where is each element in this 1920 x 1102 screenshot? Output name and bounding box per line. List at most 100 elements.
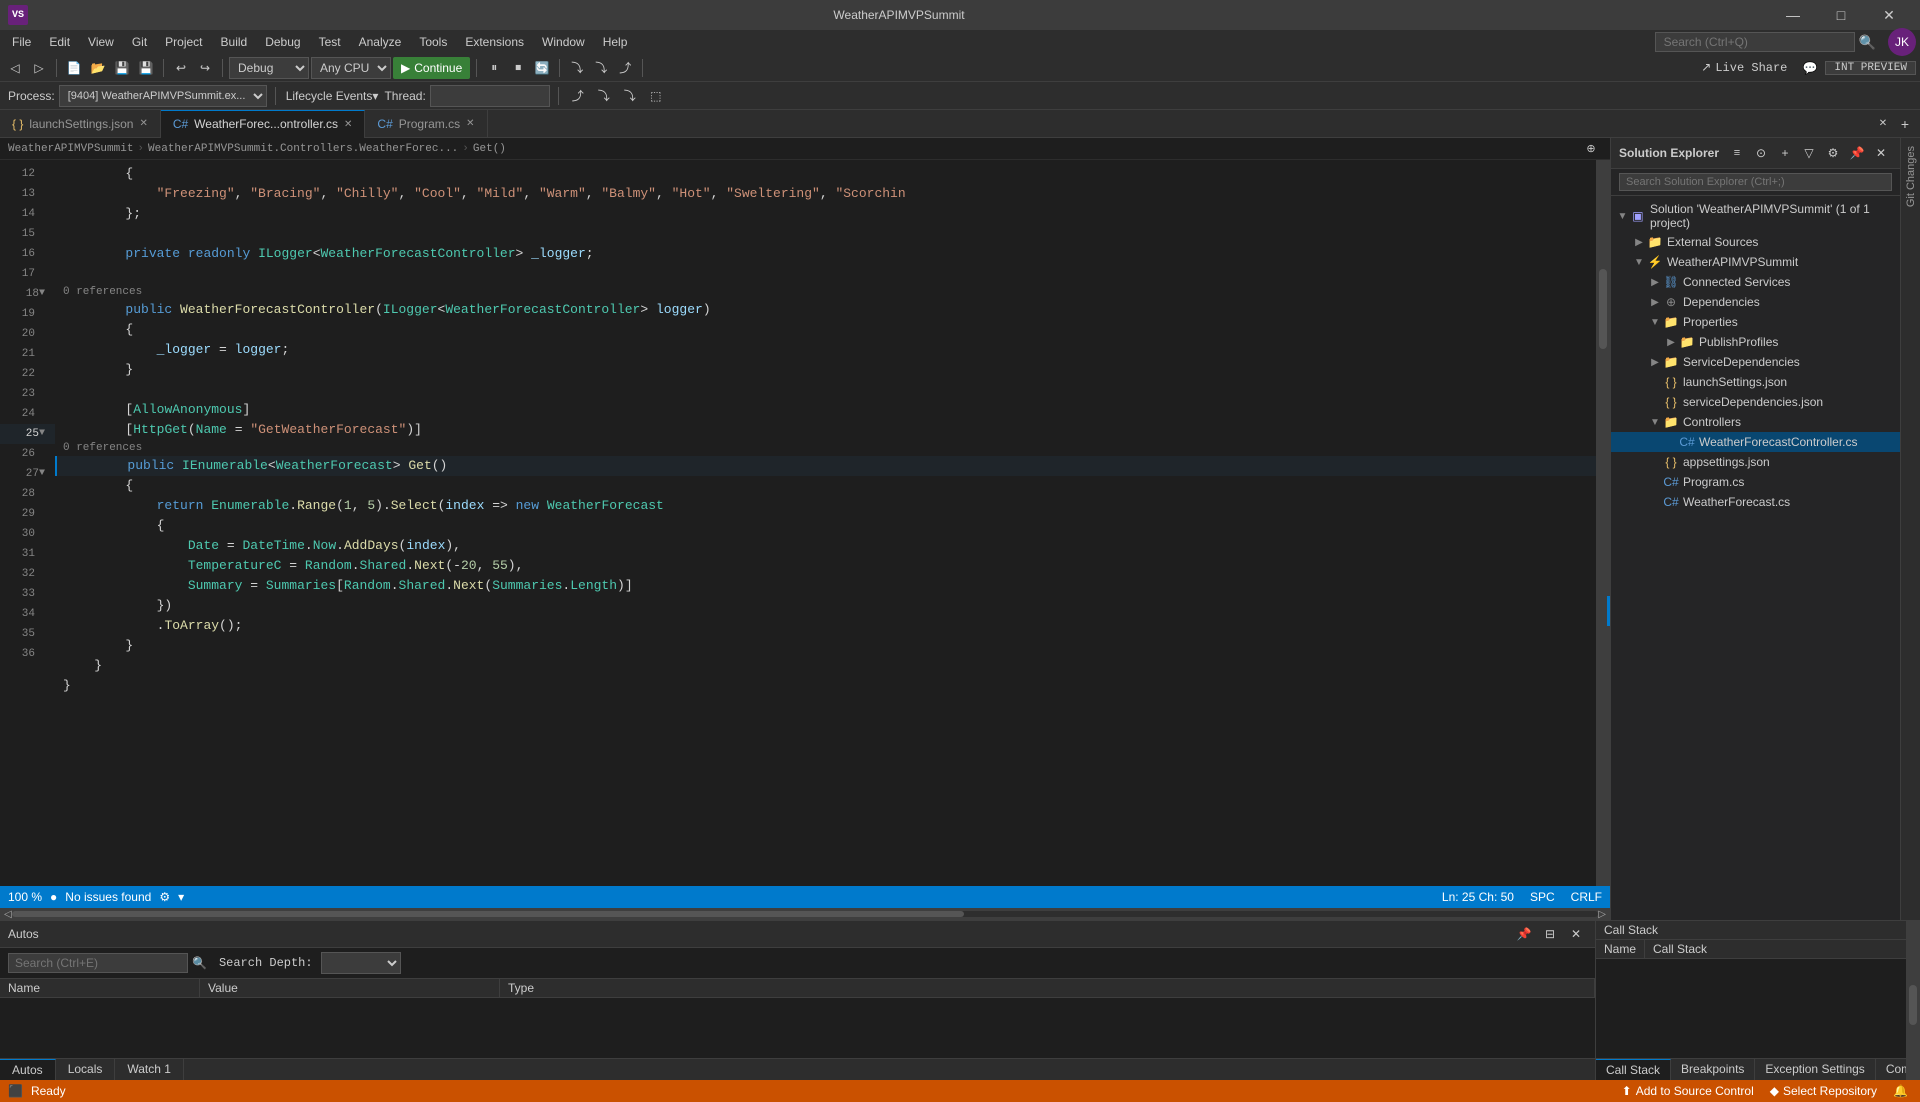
tree-weather-controller-file[interactable]: C# WeatherForecastController.cs (1611, 432, 1900, 452)
debug-nav-2[interactable]: ⤵ (593, 85, 615, 107)
step-out-button[interactable]: ⤴ (614, 57, 636, 79)
tab-breakpoints[interactable]: Breakpoints (1671, 1059, 1755, 1080)
live-share-button[interactable]: ↗ Live Share (1693, 58, 1795, 77)
platform-dropdown[interactable]: Any CPU x64 x86 (311, 57, 391, 79)
menu-project[interactable]: Project (157, 33, 210, 51)
forward-button[interactable]: ▷ (28, 57, 50, 79)
se-close-button[interactable]: ✕ (1870, 142, 1892, 164)
expand-project-icon[interactable]: ▼ (1631, 257, 1647, 268)
lifecycle-button[interactable]: Lifecycle Events ▾ (284, 85, 381, 107)
search-depth-dropdown[interactable] (321, 952, 401, 974)
menu-analyze[interactable]: Analyze (351, 33, 410, 51)
fold-icon-27[interactable]: ▼ (39, 464, 49, 484)
tab-watch1[interactable]: Watch 1 (115, 1059, 184, 1080)
tree-external-sources[interactable]: ▶ 📁 External Sources (1611, 232, 1900, 252)
restart-button[interactable]: 🔄 (531, 57, 553, 79)
scroll-thumb[interactable] (1599, 269, 1607, 349)
expand-deps-icon[interactable]: ▶ (1647, 297, 1663, 308)
menu-edit[interactable]: Edit (41, 33, 78, 51)
feedback-button[interactable]: 💬 (1799, 57, 1821, 79)
tab-weather-controller[interactable]: C# WeatherForec...ontroller.cs ✕ (161, 110, 366, 138)
horizontal-scrollbar[interactable]: ◁ ▷ (0, 908, 1610, 920)
tab-weather-controller-close[interactable]: ✕ (344, 119, 352, 130)
maximize-button[interactable]: □ (1818, 0, 1864, 30)
close-button[interactable]: ✕ (1866, 0, 1912, 30)
search-input[interactable] (1655, 32, 1855, 52)
h-scroll-thumb[interactable] (12, 911, 964, 917)
process-dropdown[interactable]: [9404] WeatherAPIMVPSummit.ex... (59, 85, 267, 107)
add-to-source-control[interactable]: ⬆ Add to Source Control (1618, 1084, 1758, 1098)
tree-dependencies[interactable]: ▶ ⊕ Dependencies (1611, 292, 1900, 312)
git-changes-tab[interactable]: Git Changes (1903, 138, 1919, 215)
tab-command-window[interactable]: Command Win... (1876, 1059, 1906, 1080)
user-avatar[interactable]: JK (1888, 28, 1916, 56)
tree-controllers-folder[interactable]: ▼ 📁 Controllers (1611, 412, 1900, 432)
breadcrumb-project[interactable]: WeatherAPIMVPSummit (8, 143, 133, 155)
tab-call-stack[interactable]: Call Stack (1596, 1059, 1671, 1080)
save-button[interactable]: 💾 (111, 57, 133, 79)
close-all-tabs-button[interactable]: ✕ (1872, 113, 1894, 135)
tab-program-close[interactable]: ✕ (466, 118, 474, 129)
se-sync-with-active[interactable]: ⊙ (1750, 142, 1772, 164)
menu-file[interactable]: File (4, 33, 39, 51)
continue-button[interactable]: ▶ Continue (393, 57, 470, 79)
expand-controllers-icon[interactable]: ▼ (1647, 417, 1663, 428)
tab-autos[interactable]: Autos (0, 1059, 56, 1080)
menu-tools[interactable]: Tools (411, 33, 455, 51)
tree-weather-forecast-cs[interactable]: C# WeatherForecast.cs (1611, 492, 1900, 512)
breadcrumb-member[interactable]: Get() (473, 143, 506, 155)
tree-program-cs[interactable]: C# Program.cs (1611, 472, 1900, 492)
tab-launch-settings[interactable]: { } launchSettings.json ✕ (0, 110, 161, 138)
autos-close-button[interactable]: ✕ (1565, 923, 1587, 945)
bottom-scroll-thumb[interactable] (1909, 985, 1917, 1025)
save-all-button[interactable]: 💾 (135, 57, 157, 79)
se-pin-button[interactable]: 📌 (1846, 142, 1868, 164)
tree-properties[interactable]: ▼ 📁 Properties (1611, 312, 1900, 332)
debug-nav-3[interactable]: ⤵ (619, 85, 641, 107)
stop-button[interactable]: ⏹ (507, 57, 529, 79)
menu-git[interactable]: Git (124, 33, 155, 51)
tab-exception-settings[interactable]: Exception Settings (1755, 1059, 1875, 1080)
new-file-button[interactable]: 📄 (63, 57, 85, 79)
expand-service-deps-icon[interactable]: ▶ (1647, 357, 1663, 368)
autos-float-button[interactable]: ⊟ (1539, 923, 1561, 945)
scroll-right-button[interactable]: ▷ (1598, 909, 1606, 920)
debug-nav-4[interactable]: ⬚ (645, 85, 667, 107)
open-button[interactable]: 📂 (87, 57, 109, 79)
menu-help[interactable]: Help (595, 33, 636, 51)
se-settings-button[interactable]: ⚙ (1822, 142, 1844, 164)
pause-button[interactable]: ⏸ (483, 57, 505, 79)
fold-icon-18[interactable]: ▼ (39, 284, 49, 304)
se-search-input[interactable] (1619, 173, 1892, 191)
minimize-button[interactable]: — (1770, 0, 1816, 30)
tab-program[interactable]: C# Program.cs ✕ (365, 110, 487, 138)
debug-nav-1[interactable]: ⤴ (567, 85, 589, 107)
notifications-button[interactable]: 🔔 (1889, 1084, 1912, 1098)
tree-service-deps[interactable]: ▶ 📁 ServiceDependencies (1611, 352, 1900, 372)
autos-search-input[interactable] (8, 953, 188, 973)
fold-icon-25[interactable]: ▼ (39, 424, 49, 444)
tree-connected-services[interactable]: ▶ ⛓ Connected Services (1611, 272, 1900, 292)
autos-pin-button[interactable]: 📌 (1513, 923, 1535, 945)
expand-properties-icon[interactable]: ▼ (1647, 317, 1663, 328)
new-tab-button[interactable]: + (1894, 113, 1916, 135)
debug-config-dropdown[interactable]: Debug Release (229, 57, 309, 79)
tree-solution[interactable]: ▼ ▣ Solution 'WeatherAPIMVPSummit' (1 of… (1611, 200, 1900, 232)
menu-build[interactable]: Build (213, 33, 256, 51)
redo-button[interactable]: ↪ (194, 57, 216, 79)
se-expand-all[interactable]: + (1774, 142, 1796, 164)
expand-external-icon[interactable]: ▶ (1631, 237, 1647, 248)
se-collapse-all[interactable]: ≡ (1726, 142, 1748, 164)
expand-solution-icon[interactable]: ▼ (1615, 211, 1630, 222)
se-filter-button[interactable]: ▽ (1798, 142, 1820, 164)
tree-publish-profiles[interactable]: ▶ 📁 PublishProfiles (1611, 332, 1900, 352)
menu-test[interactable]: Test (311, 33, 349, 51)
edit-config-icon[interactable]: ⚙ (159, 890, 170, 904)
vertical-scrollbar[interactable] (1596, 160, 1610, 886)
thread-input[interactable] (430, 85, 550, 107)
scroll-left-button[interactable]: ◁ (4, 909, 12, 920)
menu-view[interactable]: View (80, 33, 122, 51)
menu-window[interactable]: Window (534, 33, 593, 51)
search-icon-autos[interactable]: 🔍 (192, 956, 207, 971)
select-repository[interactable]: ◆ Select Repository (1766, 1084, 1881, 1098)
